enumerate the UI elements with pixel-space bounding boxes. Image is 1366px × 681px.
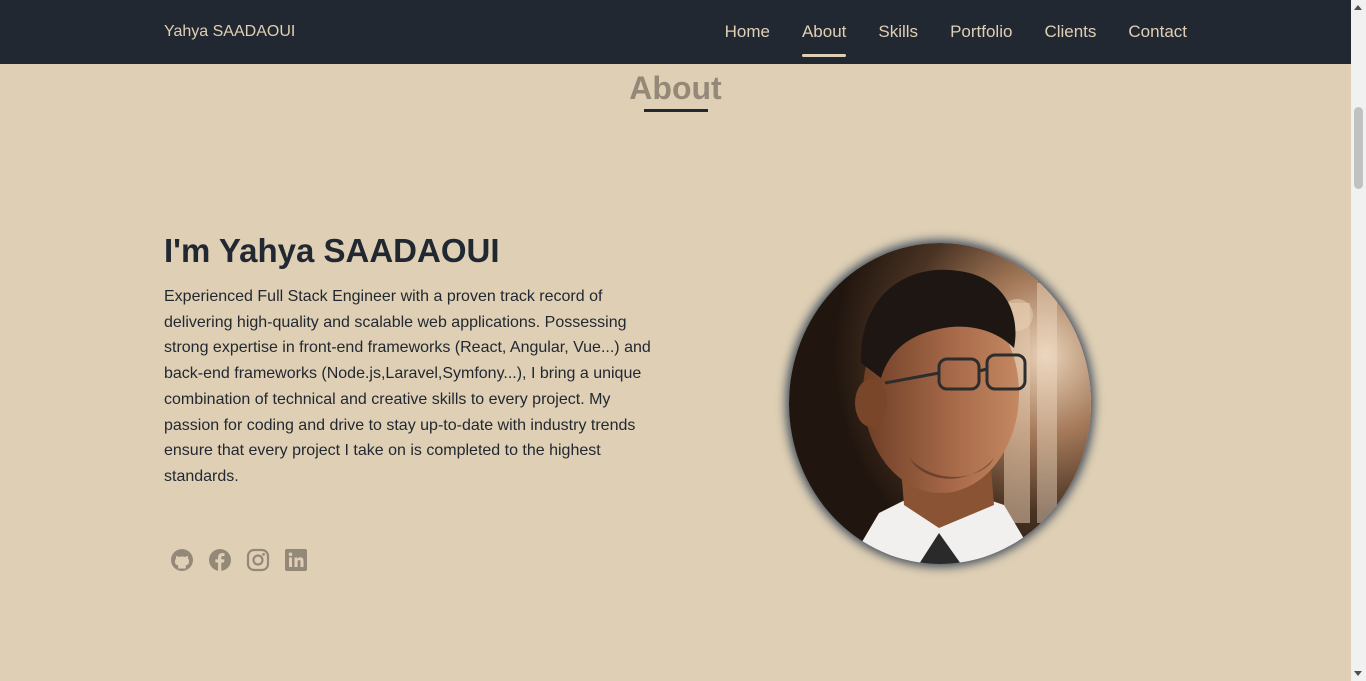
nav-about[interactable]: About [801, 0, 847, 64]
title-underline [644, 109, 708, 112]
linkedin-link[interactable] [284, 546, 308, 574]
section-title: About [629, 70, 722, 106]
scroll-down-icon[interactable] [1354, 671, 1362, 676]
scrollbar-thumb[interactable] [1354, 107, 1363, 189]
page-scrollbar[interactable] [1351, 0, 1366, 681]
portrait-illustration [789, 243, 1091, 564]
facebook-link[interactable] [208, 546, 232, 574]
profile-photo [789, 243, 1091, 564]
nav-clients[interactable]: Clients [1044, 0, 1096, 64]
nav-portfolio[interactable]: Portfolio [950, 0, 1012, 64]
social-links [170, 546, 308, 574]
nav-home[interactable]: Home [725, 0, 770, 64]
facebook-icon [209, 549, 231, 571]
navbar: Yahya SAADAOUI Home About Skills Portfol… [0, 0, 1351, 64]
scroll-up-icon[interactable] [1354, 5, 1362, 10]
about-headline: I'm Yahya SAADAOUI [164, 232, 500, 269]
nav-links: Home About Skills Portfolio Clients Cont… [725, 0, 1187, 64]
about-bio: Experienced Full Stack Engineer with a p… [164, 288, 651, 485]
nav-skills[interactable]: Skills [878, 0, 918, 64]
github-icon [171, 549, 193, 571]
brand-link[interactable]: Yahya SAADAOUI [164, 0, 295, 64]
linkedin-icon [285, 549, 307, 571]
instagram-link[interactable] [246, 546, 270, 574]
instagram-icon [246, 548, 270, 572]
nav-contact[interactable]: Contact [1128, 0, 1187, 64]
github-link[interactable] [170, 546, 194, 574]
